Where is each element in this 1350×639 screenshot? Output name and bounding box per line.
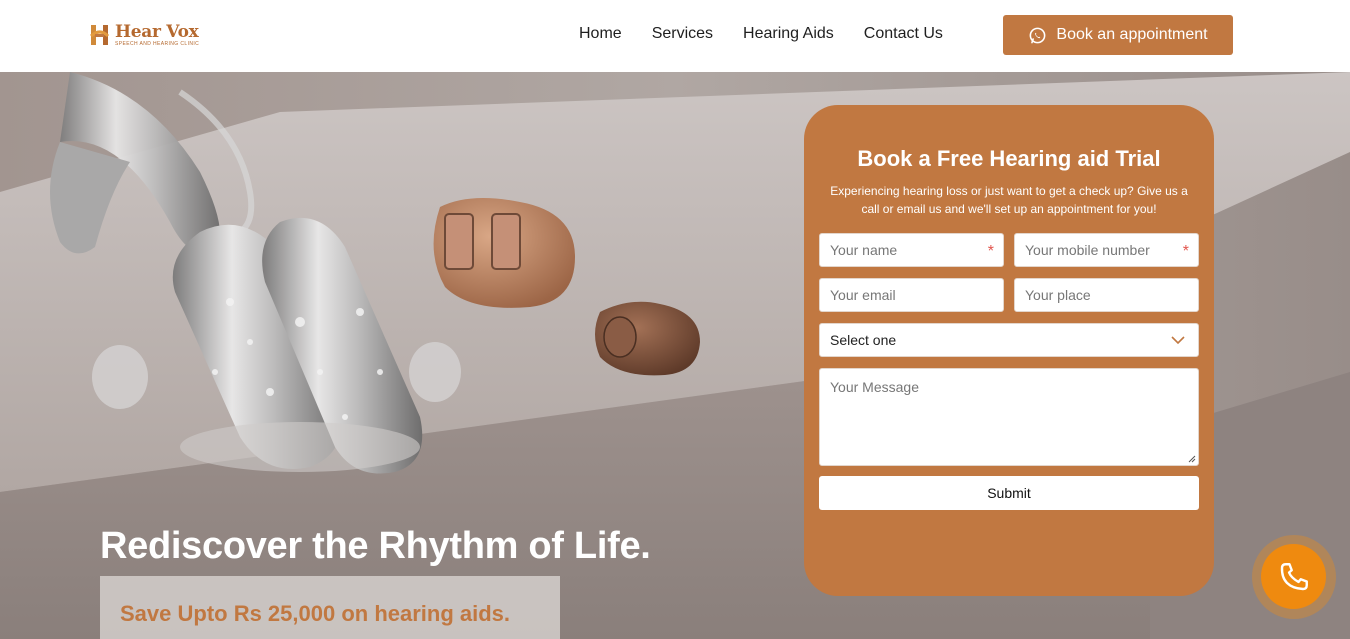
mobile-placeholder: Your mobile number xyxy=(1025,242,1150,258)
email-field[interactable]: Your email xyxy=(819,278,1004,312)
name-field[interactable]: Your name * xyxy=(819,233,1004,267)
service-select[interactable]: Select one xyxy=(819,323,1199,357)
name-placeholder: Your name xyxy=(830,242,898,258)
book-appointment-button[interactable]: Book an appointment xyxy=(1003,15,1233,55)
call-button[interactable] xyxy=(1261,544,1326,609)
main-nav: Home Services Hearing Aids Contact Us xyxy=(579,24,973,44)
message-placeholder: Your Message xyxy=(830,379,919,395)
message-textarea[interactable]: Your Message xyxy=(819,368,1199,466)
resize-grip-icon[interactable] xyxy=(1188,455,1196,463)
email-placeholder: Your email xyxy=(830,287,896,303)
chevron-down-icon xyxy=(1171,336,1185,345)
hearvox-h-logo-icon xyxy=(90,25,110,45)
promo-text: Save Upto Rs 25,000 on hearing aids. xyxy=(120,601,511,626)
required-mark: * xyxy=(987,243,994,260)
hero-headline: Rediscover the Rhythm of Life. xyxy=(100,525,651,567)
mobile-field[interactable]: Your mobile number * xyxy=(1014,233,1199,267)
select-value: Select one xyxy=(830,332,897,348)
logo-name: Hear Vox xyxy=(115,21,199,42)
logo[interactable]: Hear Vox SPEECH AND HEARING CLINIC xyxy=(89,20,214,50)
place-field[interactable]: Your place xyxy=(1014,278,1199,312)
site-header: Hear Vox SPEECH AND HEARING CLINIC Home … xyxy=(0,0,1350,72)
submit-button[interactable]: Submit xyxy=(819,476,1199,510)
promo-banner: Save Upto Rs 25,000 on hearing aids. xyxy=(100,576,560,639)
place-placeholder: Your place xyxy=(1025,287,1091,303)
trial-booking-form: Book a Free Hearing aid Trial Experienci… xyxy=(804,105,1214,596)
book-appointment-label: Book an appointment xyxy=(1056,26,1208,43)
logo-tagline: SPEECH AND HEARING CLINIC xyxy=(115,40,200,47)
nav-contact-us[interactable]: Contact Us xyxy=(864,24,943,44)
form-description: Experiencing hearing loss or just want t… xyxy=(830,184,1188,216)
form-title: Book a Free Hearing aid Trial xyxy=(857,146,1161,171)
nav-services[interactable]: Services xyxy=(652,24,713,44)
nav-hearing-aids[interactable]: Hearing Aids xyxy=(743,24,834,44)
whatsapp-icon xyxy=(1029,27,1046,43)
required-mark: * xyxy=(1182,243,1189,260)
nav-home[interactable]: Home xyxy=(579,24,622,44)
phone-icon xyxy=(1280,562,1308,590)
